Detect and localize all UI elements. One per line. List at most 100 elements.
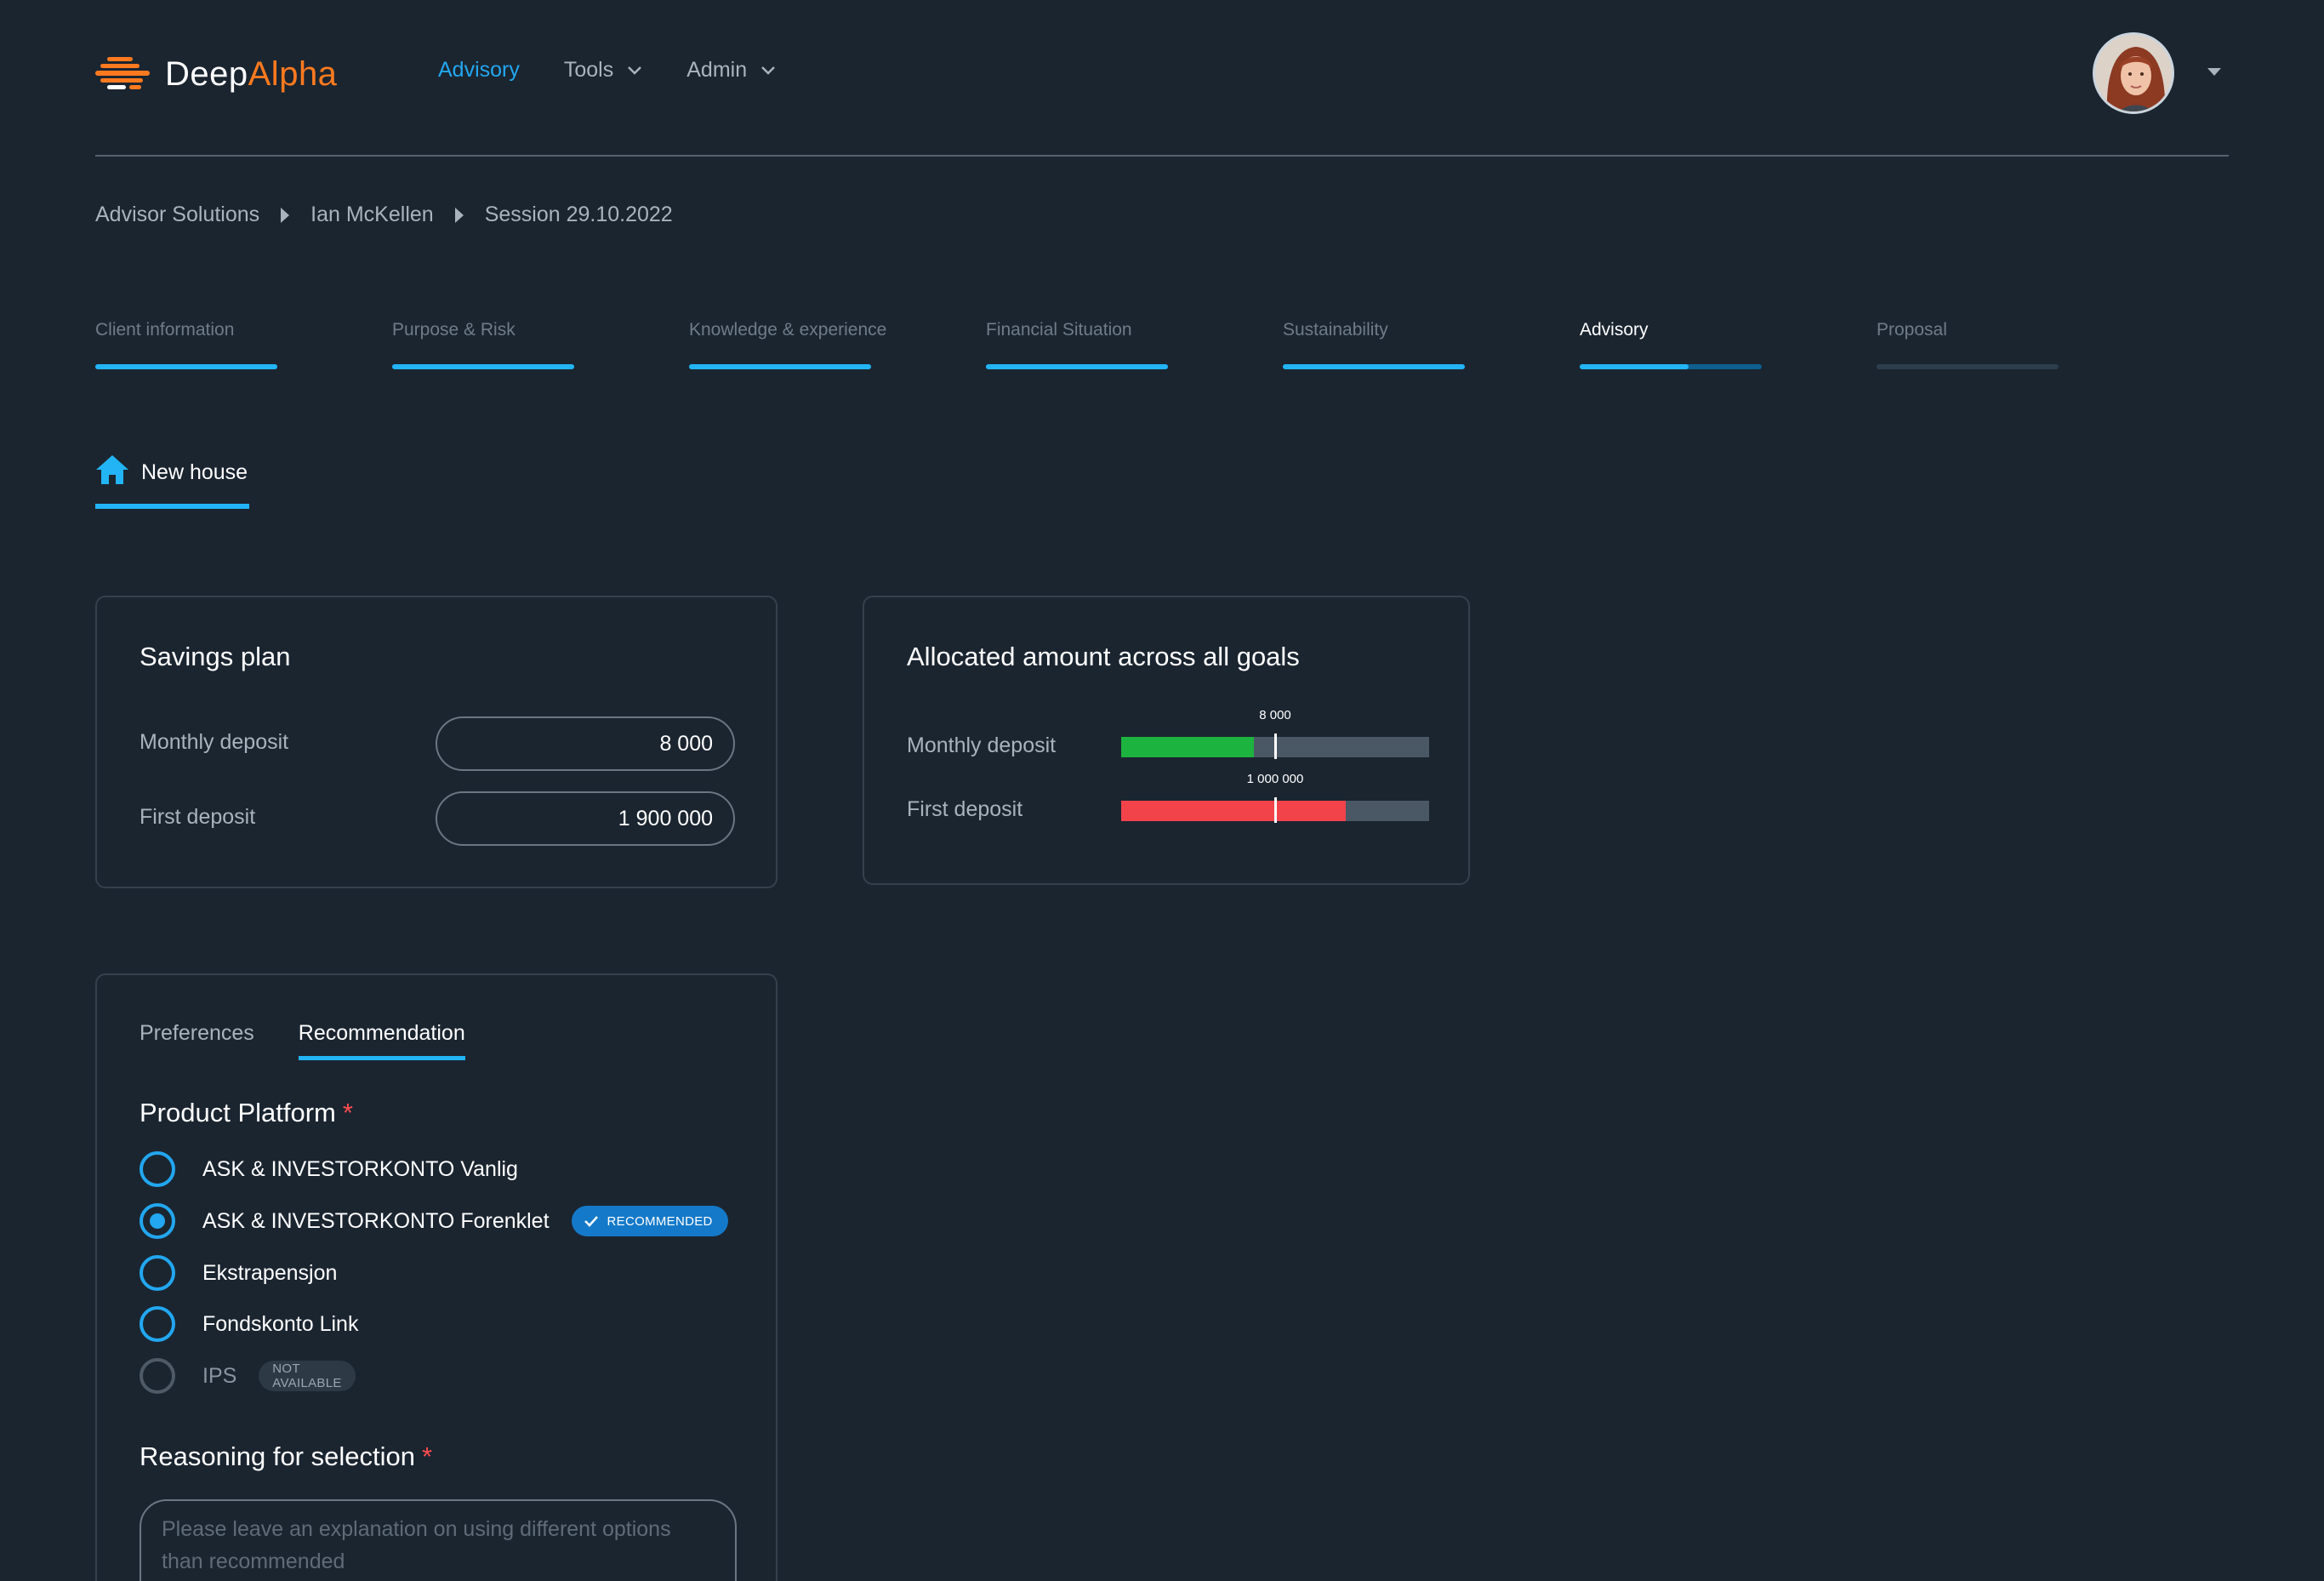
- breadcrumb: Advisor Solutions Ian McKellen Session 2…: [95, 203, 673, 227]
- breadcrumb-item-advisor-solutions[interactable]: Advisor Solutions: [95, 203, 259, 227]
- caret-right-icon: [454, 207, 464, 223]
- allocated-first-marker: [1274, 797, 1277, 823]
- goal-tab-new-house[interactable]: New house: [95, 454, 250, 509]
- step-progress-fill: [392, 364, 574, 369]
- radio-button[interactable]: [140, 1151, 175, 1187]
- allocated-monthly-label: Monthly deposit: [907, 733, 1057, 757]
- nav-advisory[interactable]: Advisory: [438, 58, 520, 83]
- recommended-badge: RECOMMENDED: [571, 1206, 728, 1236]
- radio-button[interactable]: [140, 1306, 175, 1342]
- allocated-amount-title: Allocated amount across all goals: [907, 642, 1300, 671]
- step-label: Purpose & Risk: [392, 320, 515, 340]
- allocated-monthly-fill: [1121, 737, 1254, 757]
- nav-tools-label: Tools: [563, 58, 614, 82]
- step-label: Advisory: [1580, 320, 1649, 340]
- radio-button-selected[interactable]: [140, 1203, 175, 1239]
- option-ips: IPS NOT AVAILABLE: [140, 1357, 356, 1395]
- step-progress-bar: [689, 364, 871, 369]
- step-progress-fill: [689, 364, 871, 369]
- step-progress-fill: [986, 364, 1168, 369]
- nav-tools[interactable]: Tools: [564, 58, 642, 83]
- tab-preferences[interactable]: Preferences: [140, 1021, 254, 1060]
- monthly-deposit-input[interactable]: [436, 716, 735, 771]
- breadcrumb-item-client[interactable]: Ian McKellen: [310, 203, 434, 227]
- top-header: DeepAlpha Advisory Tools Admin: [95, 0, 2229, 157]
- option-label: IPS: [202, 1363, 237, 1388]
- logo-text-alpha: Alpha: [248, 54, 338, 93]
- recommendation-tabs: Preferences Recommendation: [140, 1021, 510, 1060]
- radio-button[interactable]: [140, 1255, 175, 1291]
- step-label: Sustainability: [1283, 320, 1388, 340]
- radio-button-disabled: [140, 1358, 175, 1394]
- allocated-monthly-marker-value: 8 000: [1259, 708, 1291, 722]
- allocated-first-label: First deposit: [907, 797, 1023, 821]
- step-proposal[interactable]: Proposal: [1877, 320, 2059, 369]
- avatar-portrait-icon: [2095, 35, 2172, 111]
- product-platform-title: Product Platform *: [140, 1098, 353, 1128]
- step-progress-fill: [95, 364, 277, 369]
- logo-text: DeepAlpha: [165, 55, 337, 94]
- logo-mark-icon: [95, 57, 150, 89]
- user-avatar[interactable]: [2093, 32, 2174, 114]
- step-knowledge-experience[interactable]: Knowledge & experience: [689, 320, 887, 369]
- step-client-information[interactable]: Client information: [95, 320, 277, 369]
- step-label: Client information: [95, 320, 235, 340]
- logo-text-deep: Deep: [165, 54, 248, 93]
- reasoning-textarea[interactable]: [140, 1499, 737, 1581]
- step-progress-fill: [1283, 364, 1465, 369]
- nav-admin[interactable]: Admin: [686, 58, 776, 83]
- step-purpose-risk[interactable]: Purpose & Risk: [392, 320, 574, 369]
- step-sustainability[interactable]: Sustainability: [1283, 320, 1465, 369]
- first-deposit-label: First deposit: [140, 805, 256, 829]
- required-mark: *: [421, 1441, 433, 1471]
- allocated-amount-card: Allocated amount across all goals Monthl…: [863, 596, 1470, 885]
- not-available-badge: NOT AVAILABLE: [259, 1361, 356, 1391]
- chevron-down-icon: [628, 66, 642, 75]
- option-label: ASK & INVESTORKONTO Vanlig: [202, 1156, 518, 1181]
- option-ask-forenklet[interactable]: ASK & INVESTORKONTO Forenklet RECOMMENDE…: [140, 1202, 728, 1240]
- nav-admin-label: Admin: [686, 58, 748, 82]
- tab-recommendation[interactable]: Recommendation: [298, 1021, 465, 1060]
- required-mark: *: [342, 1098, 353, 1127]
- first-deposit-row: First deposit: [140, 791, 735, 846]
- caret-right-icon: [281, 207, 290, 223]
- option-ask-vanlig[interactable]: ASK & INVESTORKONTO Vanlig: [140, 1150, 518, 1188]
- caret-down-icon[interactable]: [2207, 66, 2222, 77]
- recommended-badge-text: RECOMMENDED: [607, 1213, 713, 1229]
- step-progress-bar: [1283, 364, 1465, 369]
- option-label: ASK & INVESTORKONTO Forenklet: [202, 1208, 550, 1233]
- chevron-down-icon: [761, 66, 776, 75]
- savings-plan-title: Savings plan: [140, 642, 291, 671]
- step-financial-situation[interactable]: Financial Situation: [986, 320, 1168, 369]
- option-label: Ekstrapensjon: [202, 1260, 338, 1285]
- first-deposit-input[interactable]: [436, 791, 735, 846]
- reasoning-title-text: Reasoning for selection: [140, 1441, 415, 1471]
- savings-plan-card: Savings plan Monthly deposit First depos…: [95, 596, 778, 888]
- step-label: Proposal: [1877, 320, 1947, 340]
- reasoning-title: Reasoning for selection *: [140, 1441, 432, 1472]
- checkmark-icon: [584, 1216, 598, 1227]
- option-fondskonto-link[interactable]: Fondskonto Link: [140, 1305, 358, 1343]
- step-label: Financial Situation: [986, 320, 1132, 340]
- goal-tab-label: New house: [141, 460, 248, 484]
- allocated-monthly-marker: [1274, 733, 1277, 759]
- logo[interactable]: DeepAlpha: [95, 53, 337, 95]
- breadcrumb-item-session: Session 29.10.2022: [484, 203, 673, 226]
- step-progress-bar: [1580, 364, 1762, 369]
- step-advisory[interactable]: Advisory: [1580, 320, 1762, 369]
- option-label: Fondskonto Link: [202, 1311, 359, 1336]
- step-progress-bar: [986, 364, 1168, 369]
- step-progress-fill: [1580, 364, 1689, 369]
- main-nav: Advisory Tools Admin: [438, 58, 820, 83]
- product-platform-title-text: Product Platform: [140, 1098, 336, 1127]
- step-progress-bar: [1877, 364, 2059, 369]
- allocated-first-marker-value: 1 000 000: [1246, 772, 1304, 786]
- recommendation-card: Preferences Recommendation Product Platf…: [95, 973, 778, 1581]
- option-ekstrapensjon[interactable]: Ekstrapensjon: [140, 1254, 337, 1292]
- step-label: Knowledge & experience: [689, 320, 887, 340]
- step-progress-bar: [392, 364, 574, 369]
- allocated-first-bar: [1121, 797, 1429, 823]
- allocated-monthly-bar: [1121, 733, 1429, 759]
- nav-advisory-label: Advisory: [438, 58, 520, 82]
- page: DeepAlpha Advisory Tools Admin Advisor S…: [0, 0, 2324, 1581]
